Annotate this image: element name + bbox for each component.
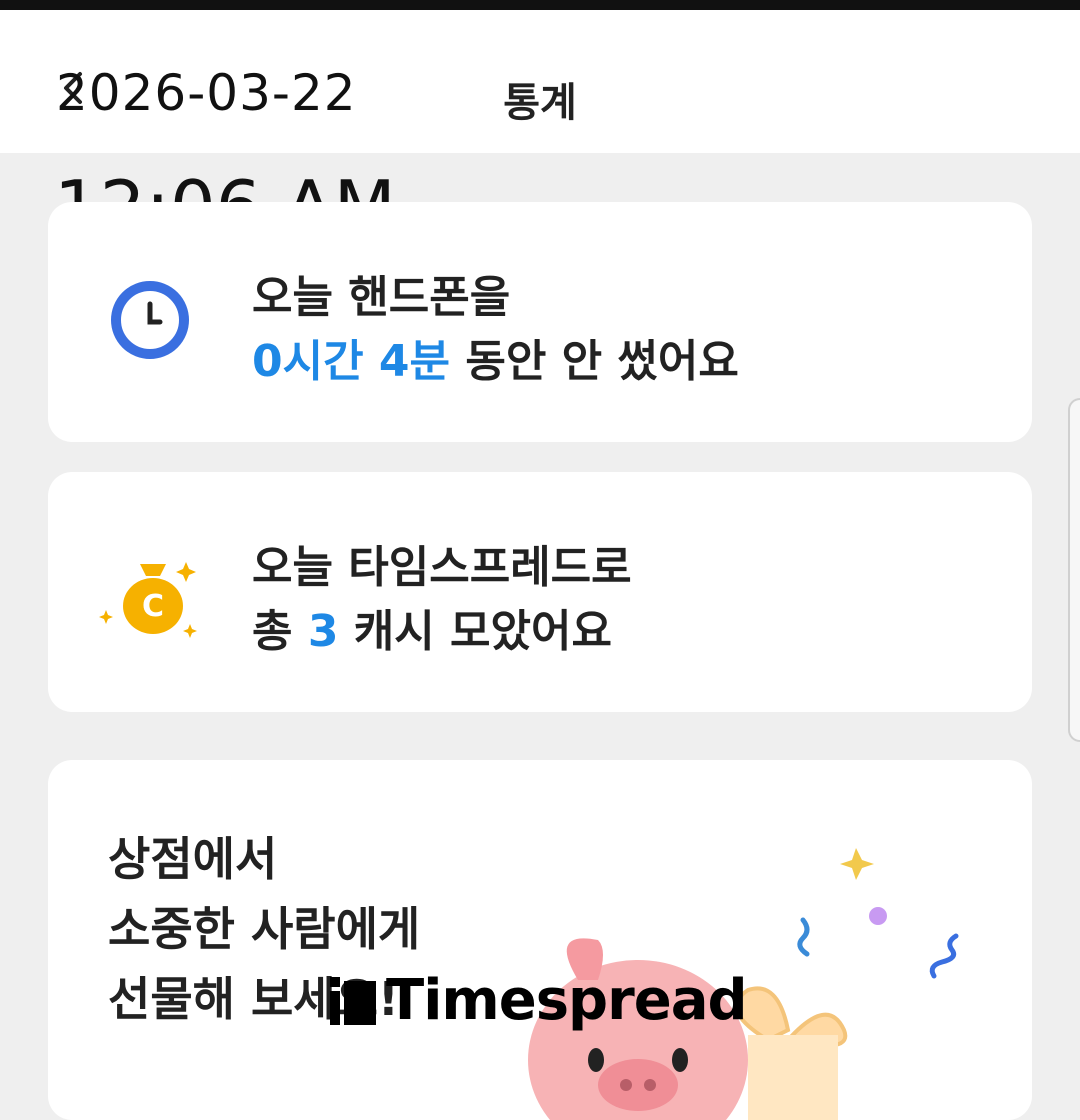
cash-text: 오늘 타임스프레드로 총 3 캐시 모았어요 [252, 536, 632, 664]
cash-prefix: 총 [252, 606, 293, 657]
usage-line2: 0시간 4분 동안 안 썼어요 [252, 330, 739, 394]
money-bag-icon: C [99, 562, 197, 638]
usage-line2-rest: 동안 안 썼어요 [465, 336, 739, 387]
timespread-logo-icon [330, 976, 376, 1025]
svg-text:C: C [142, 589, 164, 624]
watermark-text: Timespread [386, 968, 748, 1033]
date-overlay: 2026-03-22 [56, 64, 357, 122]
cash-amount: 3 [307, 606, 339, 657]
cash-card: C 오늘 타임스프레드로 총 3 캐시 모았어요 [48, 472, 1032, 712]
cash-suffix: 캐시 모았어요 [353, 606, 612, 657]
status-bar [0, 0, 1080, 10]
usage-card: 오늘 핸드폰을 0시간 4분 동안 안 썼어요 [48, 202, 1032, 442]
usage-hours: 0시간 [252, 336, 364, 387]
promo-line1: 상점에서 [108, 832, 278, 886]
cash-line1: 오늘 타임스프레드로 [252, 542, 632, 593]
clock-icon [111, 281, 189, 359]
edge-panel-handle[interactable] [1068, 398, 1080, 742]
usage-text: 오늘 핸드폰을 0시간 4분 동안 안 썼어요 [252, 266, 739, 394]
usage-minutes: 4분 [378, 336, 451, 387]
shop-promo-card[interactable]: 상점에서 소중한 사람에게 선물해 보세요! [48, 760, 1032, 1120]
watermark: Timespread [330, 968, 748, 1033]
promo-line2: 소중한 사람에게 [108, 902, 421, 956]
cash-line2: 총 3 캐시 모았어요 [252, 600, 632, 664]
usage-line1: 오늘 핸드폰을 [252, 272, 511, 323]
